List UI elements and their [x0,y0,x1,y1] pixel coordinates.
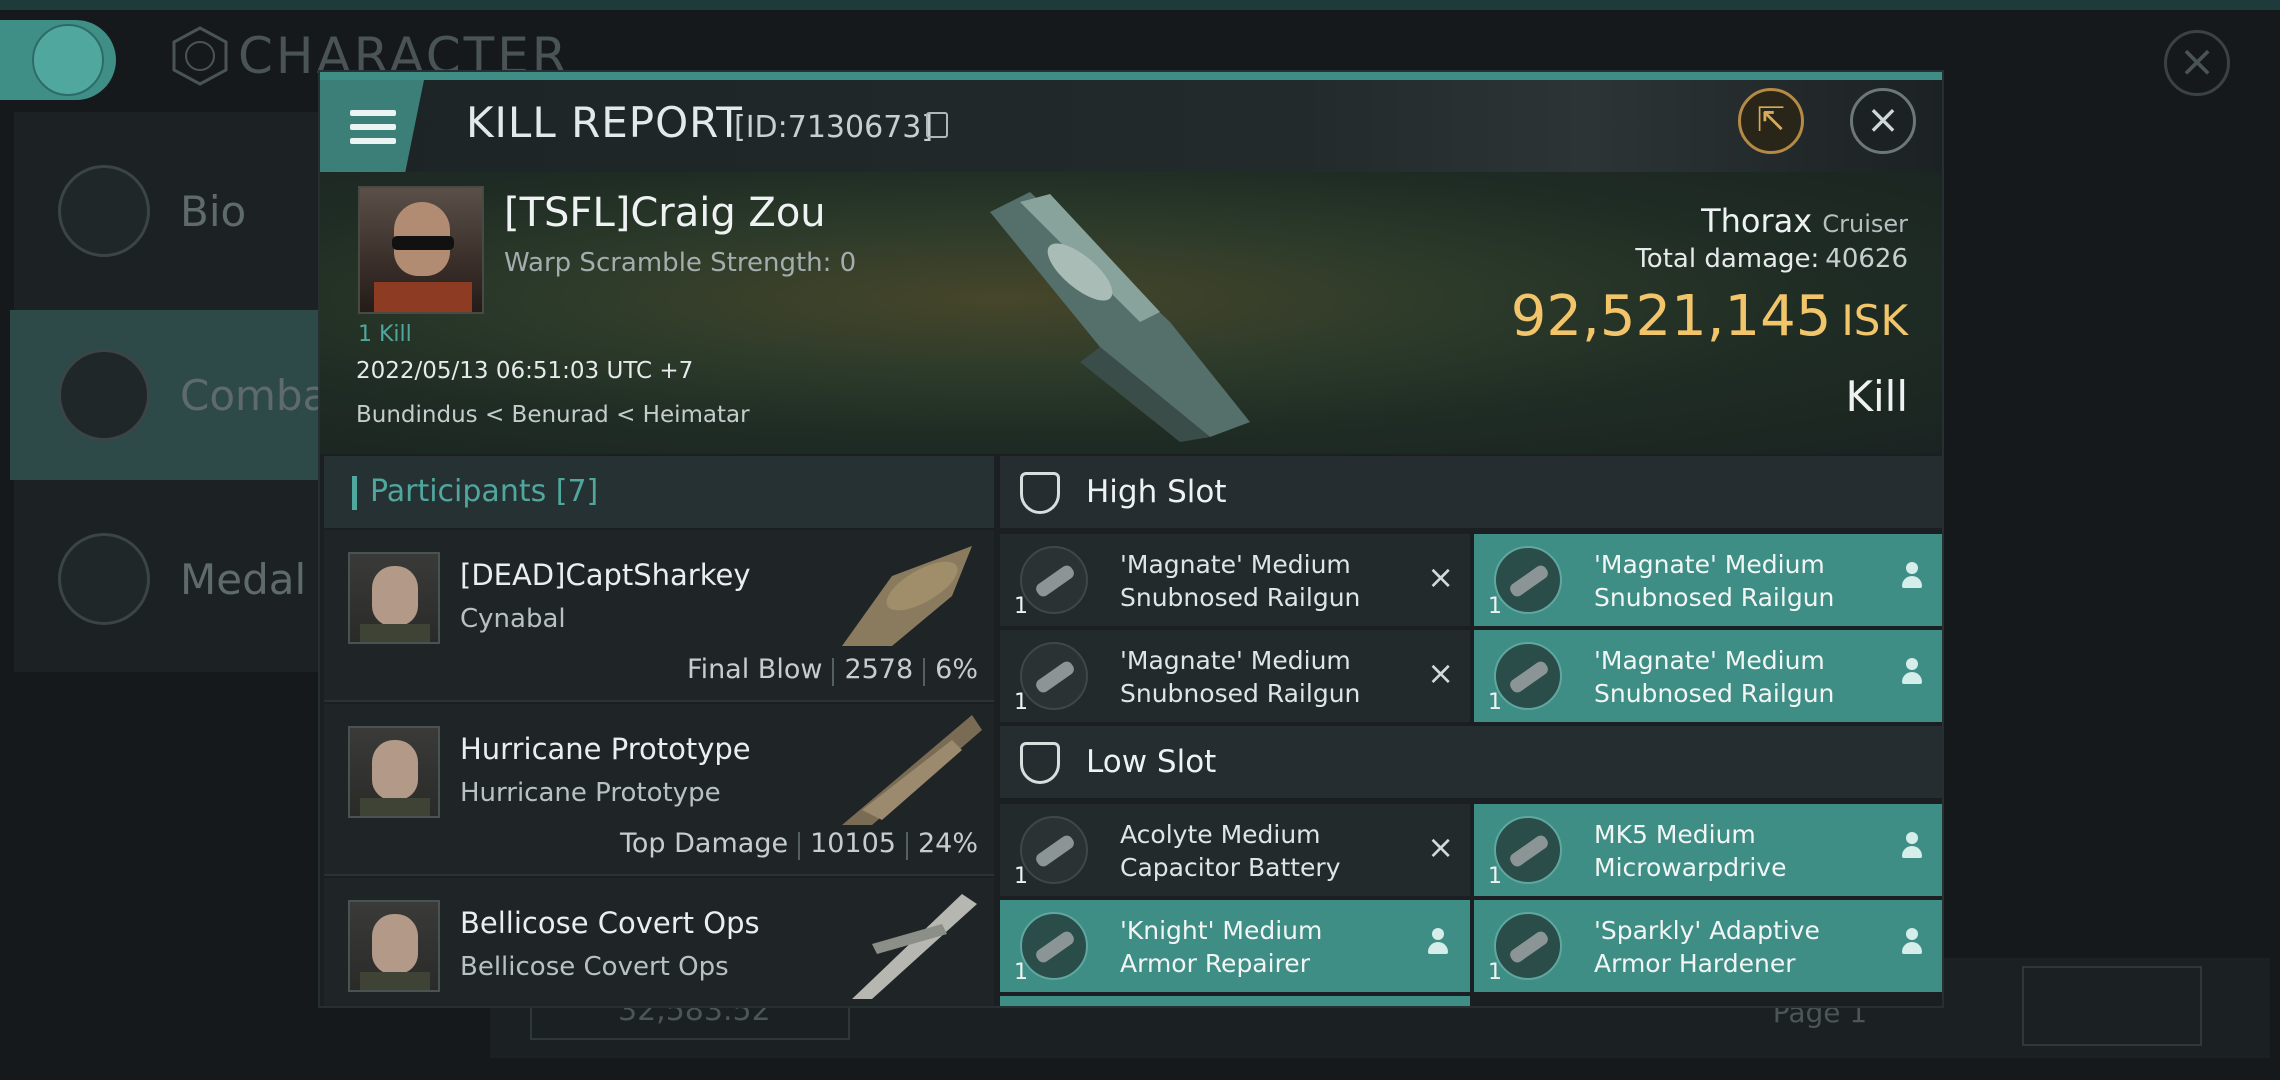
destroyed-icon: × [1427,654,1454,692]
victim-portrait[interactable] [358,186,484,314]
victim-ship: Thorax Cruiser [1701,202,1908,240]
participant-row[interactable]: Bellicose Covert Ops Bellicose Covert Op… [324,878,994,1006]
participant-name: [DEAD]CaptSharkey [460,558,751,592]
hamburger-icon [350,110,396,144]
module-name: 'Knight' Medium Armor Repairer [1120,916,1323,978]
participant-avatar [348,552,440,644]
capacitor-battery-icon [1020,816,1088,884]
low-slot-header: Low Slot [1000,726,1942,798]
module-name: 'Sparkly' Adaptive Armor Hardener [1594,916,1820,978]
module-item[interactable]: 1 'Magnate' Medium Snubnosed Railgun × [1000,534,1470,626]
top-strip [0,0,2280,10]
participant-row[interactable]: Hurricane Prototype Hurricane Prototype … [324,704,994,876]
module-name: Acolyte Medium Capacitor Battery [1120,820,1341,882]
railgun-icon [1020,546,1088,614]
participant-name: Bellicose Covert Ops [460,906,760,940]
bio-icon [58,165,150,257]
microwarpdrive-icon [1494,816,1562,884]
participants-panel: Participants [7] [DEAD]CaptSharkey Cynab… [324,456,994,1006]
participant-ship-image [842,546,972,646]
shield-slot-icon [1020,742,1060,784]
dropped-person-icon [1900,562,1924,594]
menu-icon [32,24,104,96]
close-icon: × [1866,97,1900,143]
victim-banner: [TSFL]Craig Zou Warp Scramble Strength: … [320,172,1942,454]
participant-ship: Bellicose Covert Ops [460,952,729,982]
railgun-icon [1494,546,1562,614]
dropped-person-icon [1900,658,1924,690]
victim-kill-count: 1 Kill [358,322,412,347]
star-icon [58,533,150,625]
participant-ship-image [852,894,977,999]
module-item[interactable]: 1 'Magnate' Medium Snubnosed Railgun × [1000,630,1470,722]
filter-button[interactable] [2022,966,2202,1046]
participant-avatar [348,900,440,992]
dropped-person-icon [1426,928,1450,960]
participant-ship: Cynabal [460,604,566,634]
module-item[interactable]: 1 'Knight' Medium Armor Repairer [1000,900,1470,992]
shield-slot-icon [1020,472,1060,514]
armor-hardener-icon [1494,912,1562,980]
destroyed-icon: × [1427,558,1454,596]
modal-accent-bar [320,72,1942,80]
kill-report-id: [ID:7130673] [734,110,934,145]
high-slot-header: High Slot [1000,456,1942,528]
share-icon: ⇱ [1756,100,1786,140]
module-name: 'Magnate' Medium Snubnosed Railgun [1594,646,1835,708]
vitruvian-icon [172,26,228,86]
participants-header: Participants [7] [324,456,994,528]
total-damage: Total damage: 40626 [1635,244,1908,274]
destroyed-icon: × [1427,828,1454,866]
module-name: 'Magnate' Medium Snubnosed Railgun [1594,550,1835,612]
dropped-person-icon [1900,832,1924,864]
dropped-person-icon [1900,928,1924,960]
participant-avatar [348,726,440,818]
close-button[interactable]: × [1850,88,1916,154]
warp-scramble-strength: Warp Scramble Strength: 0 [504,248,857,278]
participant-row[interactable]: [DEAD]CaptSharkey Cynabal Final Blow 2578… [324,530,994,702]
copy-icon[interactable] [926,112,948,138]
victim-name[interactable]: [TSFL]Craig Zou [504,190,826,236]
participant-name: Hurricane Prototype [460,732,751,766]
armor-repairer-icon [1020,912,1088,980]
kill-location: Bundindus < Benurad < Heimatar [356,402,750,428]
share-button[interactable]: ⇱ [1738,88,1804,154]
module-name: MK5 Medium Microwarpdrive [1594,820,1787,882]
module-item[interactable]: 1 'Magnate' Medium Snubnosed Railgun [1474,630,1942,722]
module-item[interactable]: 1 'Magnate' Medium Snubnosed Railgun [1474,534,1942,626]
module-name: 'Magnate' Medium Snubnosed Railgun [1120,646,1361,708]
railgun-icon [1020,642,1088,710]
participant-stats: Final Blow 2578 6% [687,654,978,686]
main-menu-button[interactable] [0,20,116,100]
module-item[interactable]: 1 Acolyte Medium Capacitor Battery × [1000,804,1470,896]
crossed-swords-icon [58,349,150,441]
module-name: 'Magnate' Medium Snubnosed Railgun [1120,550,1361,612]
participant-ship-image [842,715,982,825]
kill-report-modal: KILL REPORT [ID:7130673] ⇱ × [TSFL]Craig… [318,70,1944,1008]
railgun-icon [1494,642,1562,710]
victim-ship-image [990,192,1250,442]
result-label: Kill [1845,372,1908,421]
participant-ship: Hurricane Prototype [460,778,721,808]
isk-value: 92,521,145 ISK [1510,284,1908,349]
module-item[interactable]: 1 'Sparkly' Adaptive Armor Hardener [1474,900,1942,992]
kill-datetime: 2022/05/13 06:51:03 UTC +7 [356,358,694,384]
page-close-button[interactable]: × [2164,30,2230,96]
module-item-partial[interactable] [1000,996,1470,1006]
module-item[interactable]: 1 MK5 Medium Microwarpdrive [1474,804,1942,896]
participant-stats: Top Damage 10105 24% [620,828,978,860]
modal-title: KILL REPORT [466,98,743,147]
fitting-panel: High Slot 1 'Magnate' Medium Snubnosed Ra… [1000,456,1942,1006]
